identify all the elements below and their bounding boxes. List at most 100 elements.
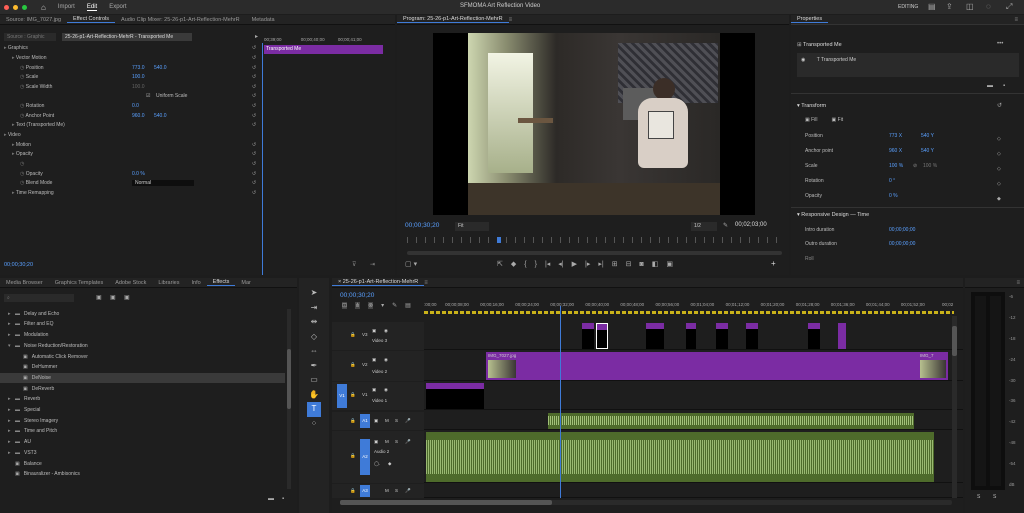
- fullscreen-icon[interactable]: ⤢: [1006, 2, 1012, 12]
- effects-list-item[interactable]: ▸ ▬ AU: [0, 437, 285, 447]
- filter-icon[interactable]: ⊽: [352, 261, 356, 268]
- ec-row[interactable]: ◷ ↺: [20, 161, 256, 170]
- keyframe-icon[interactable]: ◇: [997, 147, 1001, 162]
- clip-v1[interactable]: [426, 383, 484, 409]
- track-label[interactable]: A1: [360, 414, 370, 428]
- delete-layer-icon[interactable]: ▪: [1003, 83, 1005, 89]
- rectangle-icon[interactable]: ▭: [299, 373, 329, 388]
- clip-v3[interactable]: [838, 323, 846, 349]
- slip-icon[interactable]: ⇔: [299, 344, 329, 359]
- ec-row[interactable]: ▸ Time Remapping ↺: [12, 190, 256, 199]
- lock-icon[interactable]: 🔒: [350, 453, 356, 459]
- ec-row-value[interactable]: 0.0 %: [132, 171, 145, 177]
- tab-source[interactable]: Source: IMG_7027.jpg: [0, 17, 67, 23]
- roll-label[interactable]: Roll: [805, 256, 814, 262]
- lock-icon[interactable]: 🔒: [350, 332, 356, 338]
- close-window-button[interactable]: [4, 4, 9, 10]
- quick-export-icon[interactable]: ◫: [966, 2, 974, 11]
- solo-button[interactable]: S: [395, 418, 398, 423]
- yuv-icon[interactable]: ▣: [124, 294, 130, 301]
- safe-margins-icon[interactable]: ▢: [405, 261, 412, 268]
- type-tool-icon[interactable]: T: [307, 402, 321, 417]
- meter-menu-icon[interactable]: ≡: [1016, 280, 1020, 286]
- disclosure-triangle-icon[interactable]: ▸: [8, 439, 15, 445]
- ec-row[interactable]: ▸ Vector Motion ↺: [12, 55, 256, 64]
- clip-v3[interactable]: [716, 323, 728, 349]
- fit-icon[interactable]: ▣: [832, 117, 837, 123]
- ec-row-value-2[interactable]: 540.0: [154, 113, 167, 119]
- workspaces-icon[interactable]: ▤: [928, 2, 936, 11]
- intro-value[interactable]: 00;00;00;00: [889, 227, 915, 233]
- disclosure-triangle-icon[interactable]: ▸: [8, 311, 15, 317]
- lift-icon[interactable]: ⇱: [497, 260, 503, 268]
- tab-properties[interactable]: Properties: [791, 16, 829, 23]
- properties-menu-icon[interactable]: ≡: [1014, 17, 1018, 23]
- selection-tool-icon[interactable]: ➤: [299, 286, 329, 301]
- keyframe-icon[interactable]: ◆: [388, 461, 391, 467]
- effects-list-item[interactable]: ▣ DeNoise: [0, 373, 285, 383]
- reset-icon[interactable]: ↺: [252, 122, 256, 128]
- work-area-bar[interactable]: [424, 311, 954, 314]
- ec-playhead[interactable]: [262, 43, 263, 275]
- more-tools-icon[interactable]: ⁘: [299, 417, 329, 432]
- effects-list-item[interactable]: ▸ ▬ Modulation: [0, 330, 285, 340]
- eye-icon[interactable]: ◉: [801, 57, 805, 63]
- solo-right[interactable]: S: [993, 494, 996, 500]
- ec-row[interactable]: ◷ Scale Width 100.0 ↺: [20, 84, 256, 93]
- tab-effects[interactable]: Effects: [206, 279, 236, 286]
- add-button-icon[interactable]: +: [771, 259, 776, 268]
- step-forward-icon[interactable]: |▸: [585, 260, 590, 268]
- effects-list-item[interactable]: ▣ DeReverb: [0, 384, 285, 394]
- source-select-right[interactable]: 25-26-p1-Art-Reflection-MehrR - Transpor…: [62, 33, 192, 41]
- vr-icon[interactable]: ▣: [666, 260, 673, 268]
- tab-export[interactable]: Export: [109, 4, 126, 10]
- reset-icon[interactable]: ↺: [252, 161, 256, 167]
- tab-adobe-stock[interactable]: Adobe Stock: [109, 280, 152, 286]
- effects-list-item[interactable]: ▾ ▬ Noise Reduction/Restoration: [0, 341, 285, 351]
- toggle-timeline-icon[interactable]: ▸: [255, 33, 258, 40]
- reset-icon[interactable]: ↺: [252, 65, 256, 71]
- effects-list-item[interactable]: ▸ ▬ VST3: [0, 448, 285, 458]
- keyframe-icon[interactable]: ◇: [997, 132, 1001, 147]
- reset-icon[interactable]: ↺: [252, 171, 256, 177]
- keyframe-icon[interactable]: ◇: [997, 177, 1001, 192]
- prop-anchor-x[interactable]: 960 X: [889, 148, 902, 154]
- timeline-timecode[interactable]: 00;00;30;20: [340, 292, 374, 299]
- video-frame[interactable]: [433, 33, 755, 215]
- reset-icon[interactable]: ↺: [252, 55, 256, 61]
- progress-icon[interactable]: ◌: [986, 2, 991, 11]
- ec-row[interactable]: ◷ Opacity 0.0 % ↺: [20, 171, 256, 180]
- clip-v3[interactable]: [686, 323, 696, 349]
- reset-icon[interactable]: ↺: [252, 103, 256, 109]
- solo-button[interactable]: S: [395, 439, 398, 444]
- tab-media-browser[interactable]: Media Browser: [0, 280, 49, 286]
- transform-header[interactable]: ▾ Transform: [797, 103, 826, 109]
- reset-icon[interactable]: ↺: [252, 84, 256, 90]
- ec-timecode[interactable]: 00;00;30;20: [4, 262, 33, 268]
- reset-icon[interactable]: ↺: [997, 102, 1002, 109]
- lock-icon[interactable]: 🔒: [350, 488, 356, 494]
- effects-list-item[interactable]: ▸ ▬ Delay and Echo: [0, 309, 285, 319]
- ec-row-value[interactable]: 960.0: [132, 113, 145, 119]
- effects-list-item[interactable]: ▸ ▬ Special: [0, 405, 285, 415]
- play-icon[interactable]: ▶: [572, 260, 577, 268]
- tab-effect-controls[interactable]: Effect Controls: [67, 16, 116, 23]
- clip-v3[interactable]: [808, 323, 820, 349]
- effects-list-item[interactable]: ▣ Balance: [0, 459, 285, 469]
- clip-a2[interactable]: [426, 432, 934, 482]
- disclosure-triangle-icon[interactable]: ▾: [8, 343, 15, 349]
- ec-clip-bar[interactable]: Transported Me: [264, 45, 383, 54]
- sync-icon[interactable]: ▣: [374, 418, 378, 424]
- reset-icon[interactable]: ↺: [252, 151, 256, 157]
- responsive-header[interactable]: ▾ Responsive Design — Time: [797, 212, 869, 218]
- eye-icon[interactable]: ◉: [384, 387, 388, 393]
- reset-icon[interactable]: ↺: [252, 142, 256, 148]
- marker-icon[interactable]: ◆: [511, 260, 516, 268]
- insert-icon[interactable]: ⊞: [612, 260, 618, 268]
- add-marker-icon[interactable]: ▾: [381, 302, 384, 309]
- source-patch-v1[interactable]: V1: [337, 384, 347, 408]
- tab-metadata[interactable]: Metadata: [246, 17, 281, 23]
- wrench-settings-icon[interactable]: ✎: [392, 302, 397, 309]
- ec-row[interactable]: ▸ Graphics ↺: [4, 45, 256, 54]
- reset-icon[interactable]: ↺: [252, 190, 256, 196]
